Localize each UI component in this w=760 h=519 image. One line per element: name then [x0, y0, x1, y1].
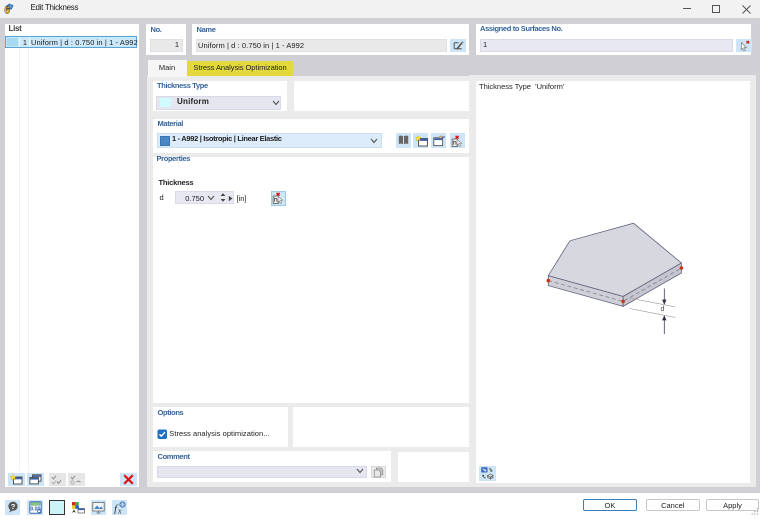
- svg-text:?: ?: [10, 502, 15, 511]
- svg-text:6: 6: [4, 5, 10, 13]
- svg-text:x: x: [117, 506, 122, 514]
